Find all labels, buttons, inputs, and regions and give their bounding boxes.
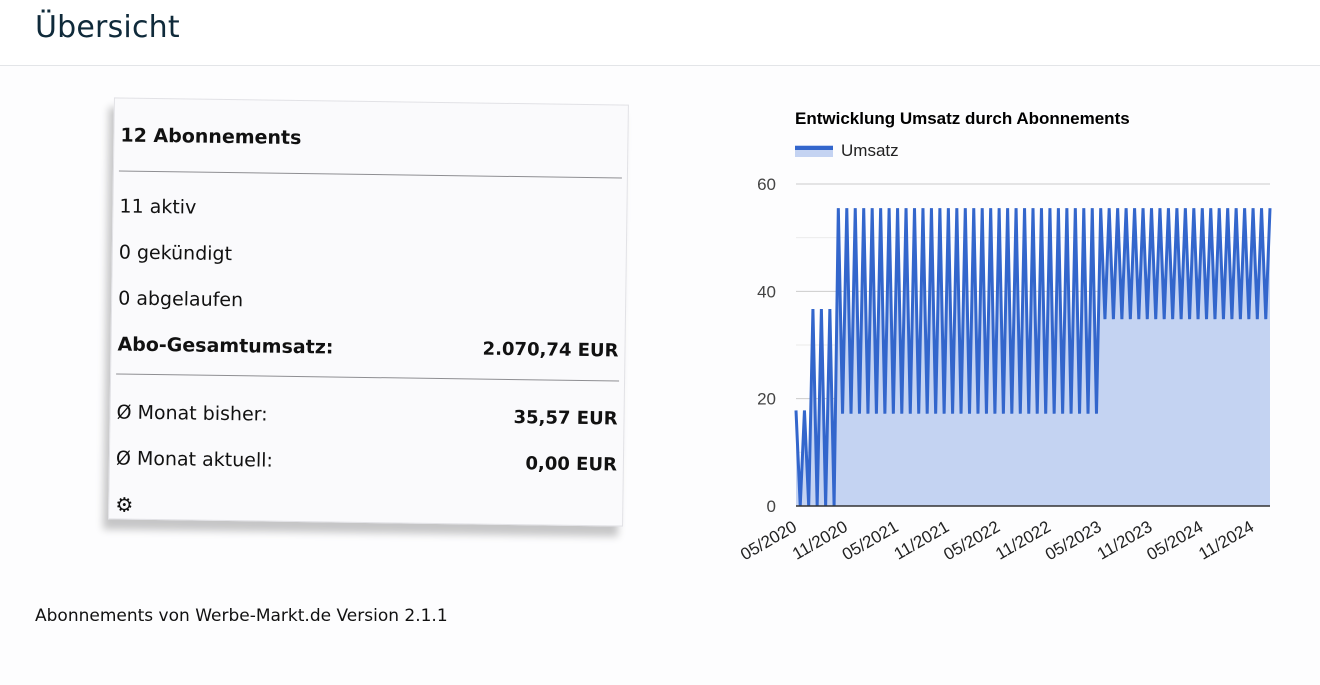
y-tick-label: 60 (757, 175, 776, 194)
x-tick-label: 05/2021 (839, 517, 902, 564)
expired-count: 0 abgelaufen (118, 287, 244, 312)
active-count: 11 aktiv (119, 195, 197, 219)
page-header: Übersicht (0, 0, 1320, 66)
y-tick-label: 20 (757, 390, 776, 409)
page-title: Übersicht (35, 10, 180, 45)
avg-month-current-value: 0,00 EUR (525, 453, 618, 476)
avg-month-current-row: Ø Monat aktuell: 0,00 EUR (116, 447, 617, 476)
settings-gear-icon[interactable]: ⚙ (115, 492, 133, 516)
revenue-chart-svg: Entwicklung Umsatz durch Abonnements Ums… (737, 109, 1272, 564)
x-tick-label: 05/2024 (1144, 517, 1207, 564)
x-tick-label: 11/2023 (1094, 517, 1156, 564)
chart-title: Entwicklung Umsatz durch Abonnements (795, 109, 1130, 128)
total-revenue-label: Abo-Gesamtumsatz: (117, 333, 334, 359)
divider (116, 373, 620, 382)
legend-line (795, 146, 833, 150)
total-revenue-row: Abo-Gesamtumsatz: 2.070,74 EUR (117, 334, 618, 363)
avg-month-current-label: Ø Monat aktuell: (115, 447, 274, 472)
x-tick-label: 11/2022 (992, 517, 1054, 564)
x-tick-label: 11/2024 (1195, 517, 1257, 564)
x-tick-label: 05/2022 (940, 517, 1003, 564)
x-tick-label: 11/2021 (891, 517, 953, 564)
x-tick-label: 05/2020 (737, 517, 800, 564)
avg-month-past-label: Ø Monat bisher: (116, 401, 268, 426)
legend-label-umsatz: Umsatz (841, 141, 899, 160)
x-tick-label: 11/2020 (789, 517, 851, 564)
avg-month-past-row: Ø Monat bisher: 35,57 EUR (116, 401, 617, 430)
x-tick-label: 05/2023 (1042, 517, 1105, 564)
cancelled-count: 0 gekündigt (118, 241, 233, 266)
subscription-summary-card: 12 Abonnements 11 aktiv 0 gekündigt 0 ab… (108, 97, 629, 527)
footer-version-text: Abonnements von Werbe-Markt.de Version 2… (35, 606, 448, 626)
revenue-chart: Entwicklung Umsatz durch Abonnements Ums… (730, 100, 1290, 590)
divider (118, 170, 622, 179)
chart-legend: Umsatz (795, 141, 899, 160)
y-tick-label: 40 (757, 282, 776, 301)
y-tick-label: 0 (767, 497, 776, 516)
total-revenue-value: 2.070,74 EUR (482, 338, 619, 362)
avg-month-past-value: 35,57 EUR (513, 407, 618, 430)
subscription-count-heading: 12 Abonnements (120, 124, 302, 150)
